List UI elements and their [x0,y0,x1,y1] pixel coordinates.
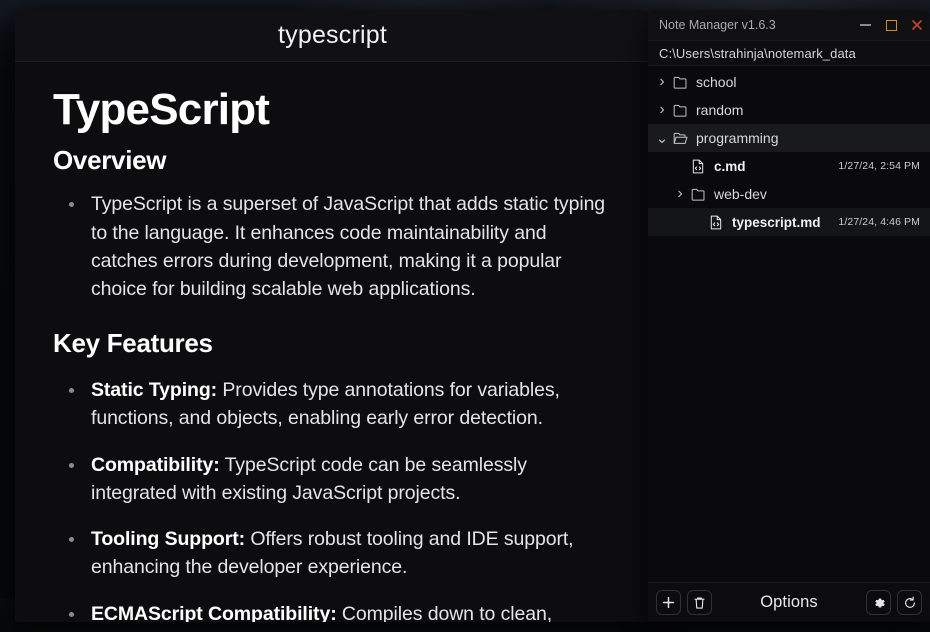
add-icon [662,596,675,609]
tree-item-label: c.md [714,158,746,174]
folder-icon [691,188,704,201]
trash-icon [694,597,705,609]
tree-folder-random[interactable]: › random [648,96,930,124]
folder-icon-wrap [670,104,690,117]
folder-icon-wrap [670,76,690,89]
note-manager-window: Note Manager v1.6.3 C:\Users\strahinja\n… [648,10,930,622]
heading-overview: Overview [53,144,167,175]
tree-file-c.md[interactable]: c.md 1/27/24, 2:54 PM [648,152,930,180]
list-item: TypeScript is a superset of JavaScript t… [53,190,612,303]
add-note-button[interactable] [656,590,681,615]
close-button[interactable] [904,14,930,36]
list-item-term: Compatibility: [91,453,220,476]
tree-item-label: programming [696,130,779,146]
note-manager-toolbar: Options [648,582,930,622]
folder-icon [673,76,686,89]
list-item: Tooling Support: Offers robust tooling a… [53,525,612,582]
tree-folder-programming[interactable]: ⌄ programming [648,124,930,152]
current-path-bar[interactable]: C:\Users\strahinja\notemark_data [648,40,930,66]
markdown-editor-window: typescript TypeScript Overview TypeScrip… [15,10,650,622]
chevron-right-icon[interactable]: › [654,74,670,90]
folder-icon [673,104,686,117]
list-item-term: Static Typing: [91,378,218,401]
minimize-icon [859,24,871,26]
tree-item-label: random [696,102,744,118]
list-item: ECMAScript Compatibility: Compiles down … [53,600,612,622]
folder-open-icon [673,132,687,144]
tree-item-date: 1/27/24, 4:46 PM [838,216,920,228]
folder-open-icon-wrap [670,132,690,145]
chevron-right-icon[interactable]: › [654,102,670,118]
chevron-down-icon[interactable]: ⌄ [654,131,670,146]
editor-note-title: typescript [278,21,387,49]
maximize-icon [885,19,897,31]
refresh-icon [904,596,915,608]
overview-bullet-list: TypeScript is a superset of JavaScript t… [53,190,612,303]
minimize-button[interactable] [852,14,878,36]
options-label[interactable]: Options [718,593,860,612]
note-manager-title: Note Manager v1.6.3 [659,18,776,32]
document-h1: TypeScript [53,85,270,134]
list-item: Static Typing: Provides type annotations… [53,376,612,433]
tree-file-typescript.md[interactable]: typescript.md 1/27/24, 4:46 PM [648,208,930,236]
current-path-text: C:\Users\strahinja\notemark_data [659,45,856,61]
list-item-term: Tooling Support: [91,528,245,551]
gear-icon [874,597,885,608]
maximize-button[interactable] [878,14,904,36]
heading-key-features: Key Features [53,328,213,359]
file-code-icon [710,215,722,229]
settings-button[interactable] [866,590,891,615]
file-code-icon [692,159,704,173]
delete-note-button[interactable] [687,590,712,615]
tree-item-label: web-dev [714,186,767,202]
list-item: Compatibility: TypeScript code can be se… [53,451,612,508]
markdown-preview-body[interactable]: TypeScript Overview TypeScript is a supe… [15,62,650,622]
tree-folder-web-dev[interactable]: › web-dev [648,180,930,208]
tree-item-date: 1/27/24, 2:54 PM [838,160,920,172]
list-item-term: ECMAScript Compatibility: [91,602,337,622]
folder-icon-wrap [688,188,708,201]
close-icon [912,20,922,30]
file-code-icon-wrap [688,159,708,174]
features-bullet-list: Static Typing: Provides type annotations… [53,376,612,622]
tree-item-label: typescript.md [732,214,821,230]
refresh-button[interactable] [897,590,922,615]
note-manager-titlebar[interactable]: Note Manager v1.6.3 [648,10,930,40]
tree-folder-school[interactable]: › school [648,68,930,96]
file-code-icon-wrap [706,215,726,230]
file-tree[interactable]: › school › random ⌄ programming c.md 1/27/24, 2… [648,66,930,582]
chevron-right-icon[interactable]: › [672,186,688,202]
editor-titlebar: typescript [15,10,650,62]
tree-item-label: school [696,74,737,90]
